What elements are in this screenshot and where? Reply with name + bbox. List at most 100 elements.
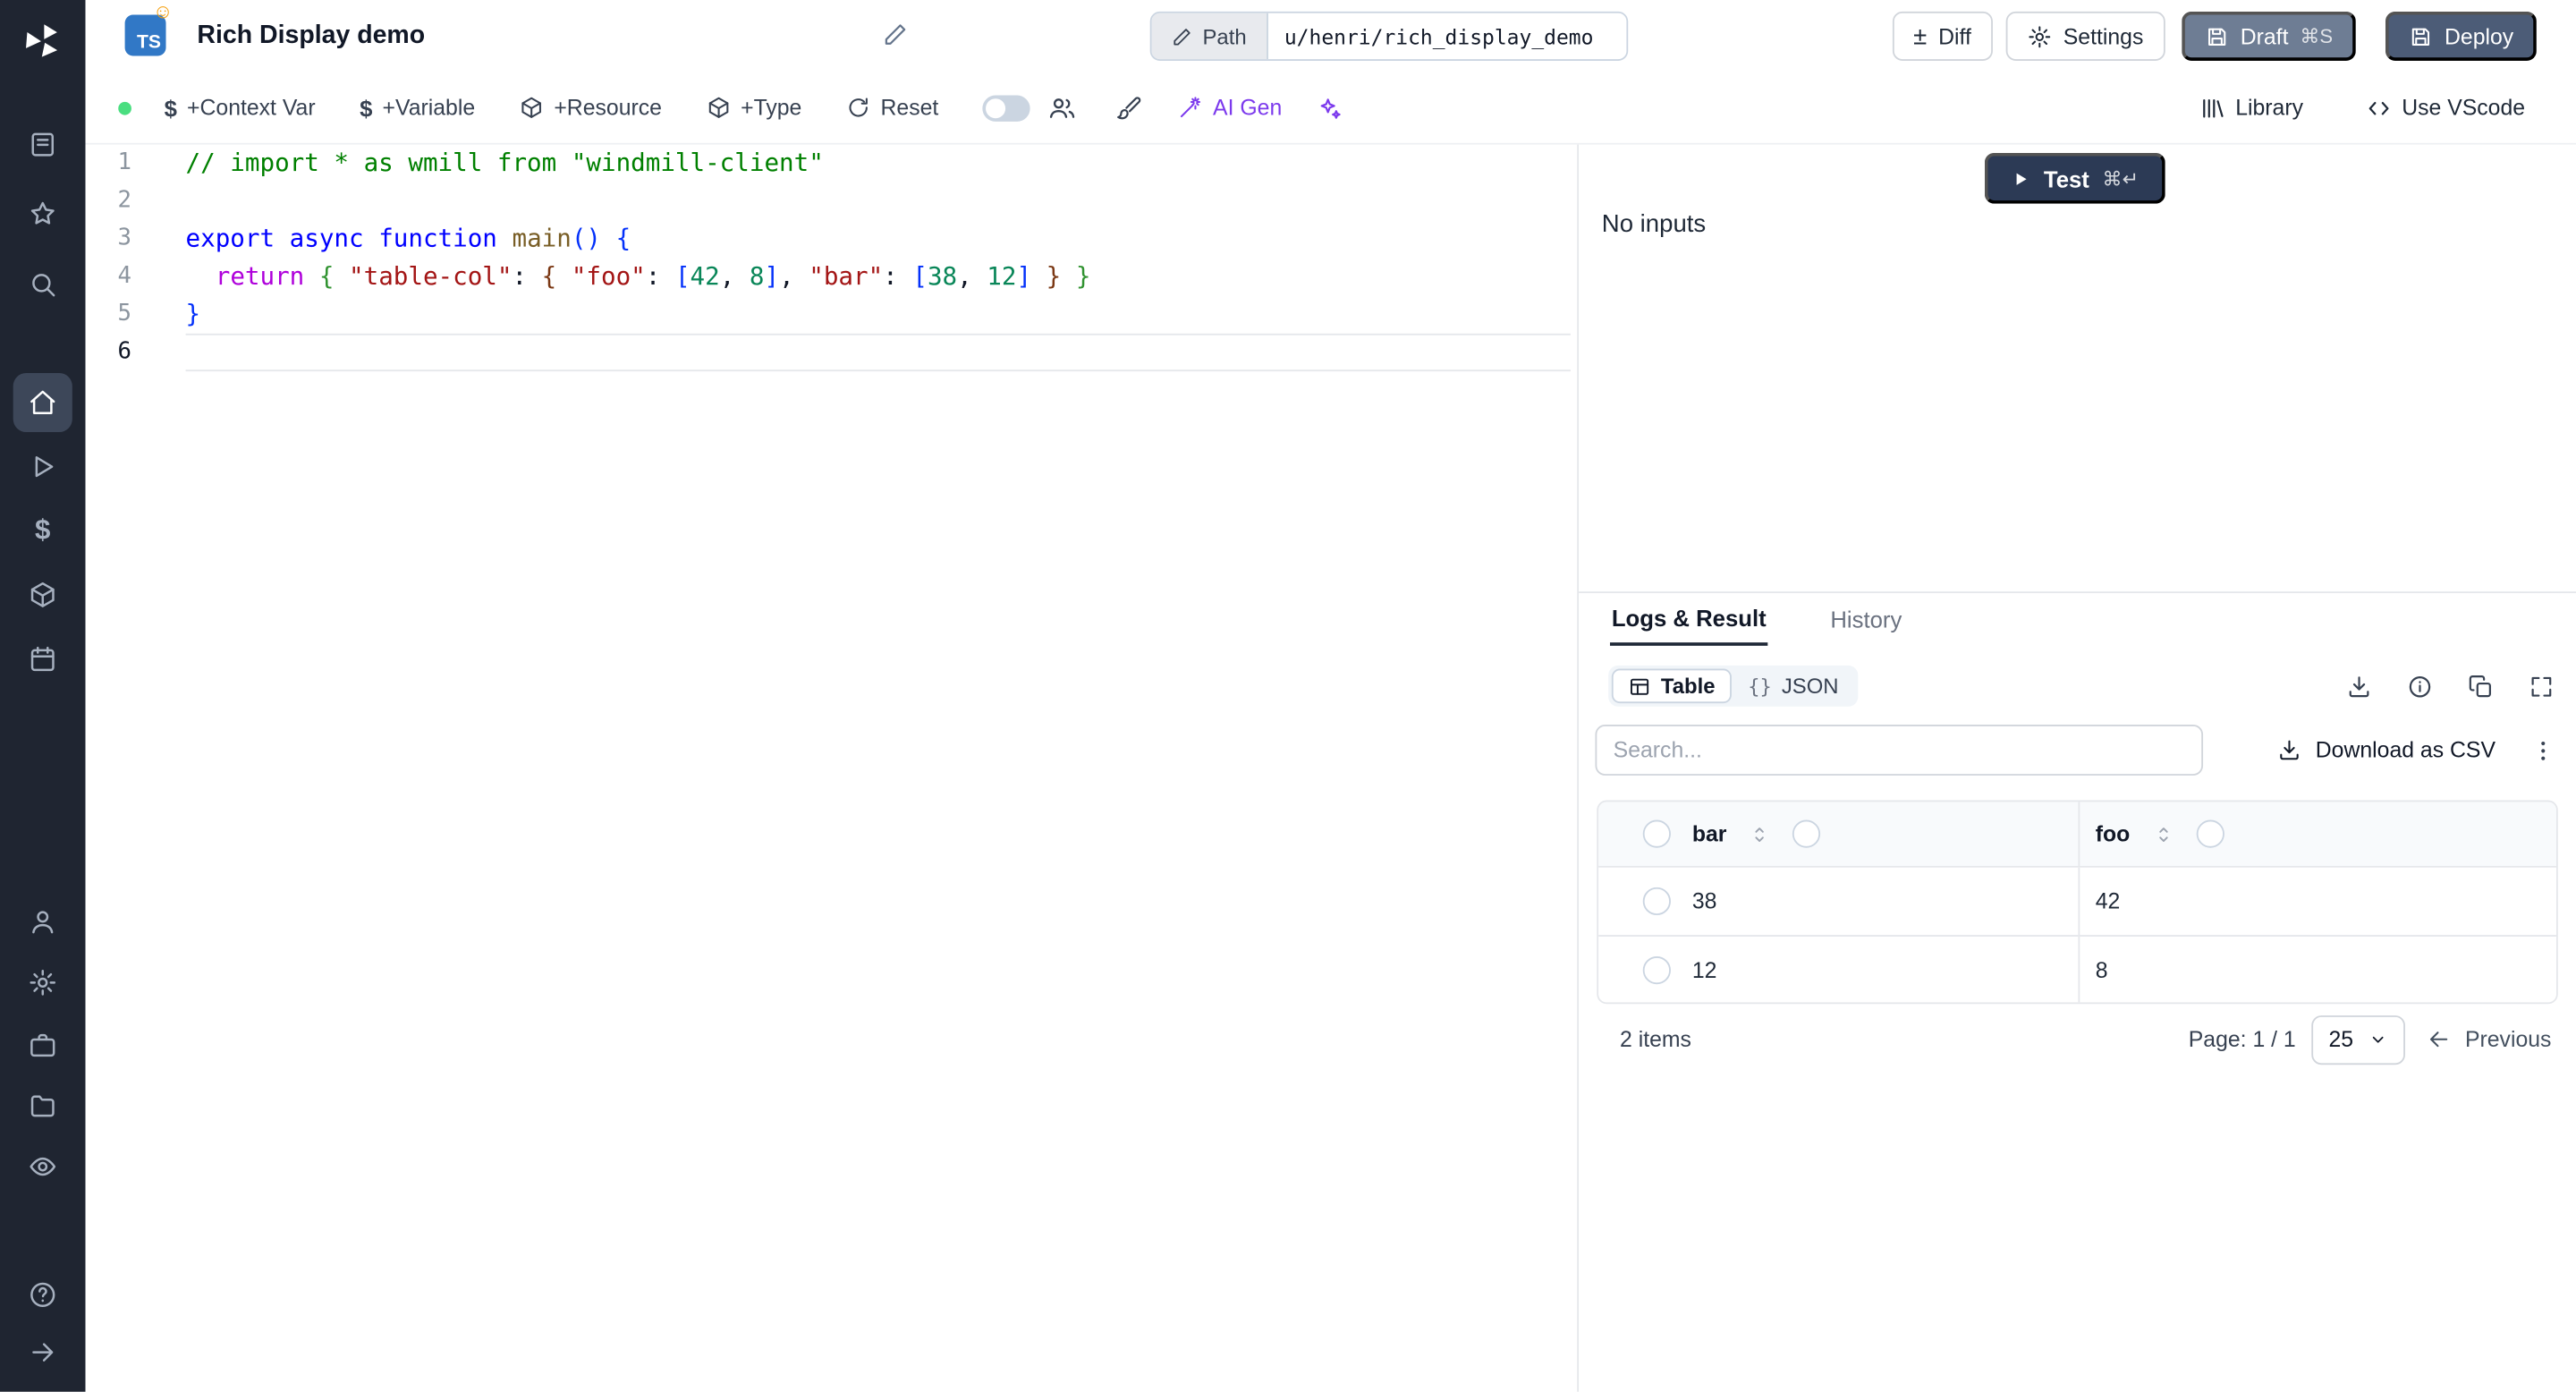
format-code-button[interactable] [1116, 95, 1142, 121]
result-actions [2346, 673, 2555, 699]
row-checkbox[interactable] [1642, 887, 1671, 916]
page-size-select[interactable]: 25 [2312, 1014, 2406, 1065]
tab-history[interactable]: History [1829, 593, 1904, 646]
sidebar-item-variables[interactable]: $ [13, 501, 72, 560]
sidebar-item-schedules[interactable] [13, 629, 72, 688]
sidebar-item-users[interactable] [13, 892, 72, 951]
tab-logs-result[interactable]: Logs & Result [1609, 593, 1768, 646]
cube-icon [520, 96, 545, 121]
search-input[interactable] [1595, 724, 2204, 776]
line-number-gutter: 1 2 3 4 5 6 [86, 145, 157, 371]
info-icon[interactable] [2407, 673, 2433, 699]
ai-gen-button[interactable]: AI Gen [1178, 96, 1282, 120]
top-actions: ± Diff Settings Draft ⌘S Deploy [1892, 11, 2537, 61]
add-type-button[interactable]: +Type [707, 96, 801, 121]
deploy-button[interactable]: Deploy [2385, 11, 2537, 61]
cell-value: 8 [2095, 956, 2108, 982]
windmill-script-editor: $ TS ☺ Rich Display demo Path ± Diff [0, 0, 2576, 1392]
previous-page-button[interactable]: Previous [2428, 1027, 2551, 1052]
sync-status-dot [118, 100, 131, 115]
sidebar-item-search[interactable] [13, 255, 72, 314]
user-icon [28, 907, 57, 937]
column-checkbox[interactable] [2195, 819, 2224, 848]
eye-icon [28, 1152, 57, 1182]
code-line[interactable] [186, 182, 1571, 220]
ai-suggestions-button[interactable] [1317, 95, 1343, 121]
table-row[interactable]: 38 42 [1598, 867, 2556, 936]
view-table-button[interactable]: Table [1611, 668, 1732, 704]
sidebar-expand-button[interactable] [13, 1323, 72, 1382]
sidebar-item-settings[interactable] [13, 953, 72, 1012]
sort-icon[interactable] [2151, 822, 2174, 845]
code-line[interactable]: // import * as wmill from "windmill-clie… [186, 145, 1571, 182]
row-checkbox[interactable] [1642, 955, 1671, 984]
test-button[interactable]: Test ⌘↵ [1984, 152, 2165, 204]
draft-button[interactable]: Draft ⌘S [2181, 11, 2356, 61]
star-icon [28, 199, 57, 228]
play-icon [28, 452, 57, 481]
multiplayer-users-button[interactable] [1048, 94, 1076, 122]
sidebar-item-audit-logs[interactable] [13, 1137, 72, 1196]
result-table: bar foo 38 42 12 8 [1597, 800, 2558, 1005]
code-line[interactable]: } [186, 296, 1571, 334]
sidebar-item-resources[interactable] [13, 565, 72, 624]
sort-icon[interactable] [1748, 822, 1771, 845]
edit-summary-button[interactable] [882, 21, 908, 56]
arrow-left-icon [2428, 1027, 2453, 1052]
code-line[interactable] [185, 333, 1571, 372]
column-label: bar [1691, 821, 1727, 846]
add-variable-button[interactable]: $ +Variable [360, 95, 475, 121]
download-result-icon[interactable] [2346, 673, 2372, 699]
code-content[interactable]: // import * as wmill from "windmill-clie… [185, 145, 1571, 372]
sidebar-item-home[interactable] [13, 372, 72, 433]
expand-icon[interactable] [2529, 673, 2555, 699]
sidebar-item-help[interactable] [13, 1265, 72, 1324]
sidebar-item-workers[interactable] [13, 1015, 72, 1074]
dollar-icon: $ [35, 514, 51, 546]
add-resource-button[interactable]: +Resource [520, 96, 662, 121]
table-menu-button[interactable] [2530, 737, 2556, 763]
windmill-logo[interactable] [21, 20, 64, 63]
code-line[interactable]: export async function main() { [186, 220, 1571, 258]
script-title: Rich Display demo [197, 21, 426, 50]
table-controls-row: Download as CSV [1595, 724, 2559, 776]
sidebar-item-folders[interactable] [13, 1076, 72, 1135]
use-vscode-button[interactable]: Use VScode [2366, 95, 2525, 121]
gear-icon [28, 968, 57, 997]
multiplayer-toggle[interactable] [982, 94, 1031, 121]
view-json-button[interactable]: {} JSON [1732, 669, 1855, 704]
cube-icon [707, 96, 732, 121]
code-editor[interactable]: 1 2 3 4 5 6 // import * as wmill from "windmi… [85, 144, 1578, 1392]
path-input[interactable] [1267, 13, 1626, 60]
table-footer: 2 items Page: 1 / 1 25 Previous [1597, 1006, 2557, 1073]
copy-icon[interactable] [2468, 673, 2494, 699]
sidebar-item-favorites[interactable] [13, 184, 72, 243]
column-label: foo [2095, 821, 2131, 846]
editor-toolbar: $ +Context Var $ +Variable +Resource +Ty… [85, 72, 2576, 145]
header-cell-foo: foo [2077, 802, 2556, 866]
draft-shortcut: ⌘S [2300, 24, 2334, 48]
settings-label: Settings [2063, 23, 2144, 49]
library-button[interactable]: Library [2199, 95, 2303, 121]
diff-button[interactable]: ± Diff [1892, 11, 1993, 61]
reset-button[interactable]: Reset [846, 96, 938, 120]
header-cell-bar: bar [1598, 802, 2077, 866]
result-tabs: Logs & Result History [1579, 593, 2576, 646]
settings-button[interactable]: Settings [2005, 11, 2165, 61]
calendar-icon [28, 644, 57, 674]
table-row[interactable]: 12 8 [1598, 935, 2556, 1003]
code-line[interactable]: return { "table-col": { "foo": [42, 8], … [186, 258, 1571, 295]
brush-icon [1116, 95, 1142, 121]
result-view-row: Table {} JSON [1579, 665, 2576, 707]
test-panel: Test ⌘↵ No inputs [1579, 144, 2576, 592]
kebab-icon [2530, 737, 2556, 763]
toggle-knob [986, 98, 1006, 118]
edit-path-button[interactable]: Path [1151, 13, 1268, 60]
column-checkbox[interactable] [1792, 819, 1821, 848]
download-csv-button[interactable]: Download as CSV [2278, 738, 2496, 762]
select-all-checkbox[interactable] [1642, 819, 1671, 848]
sidebar-item-apps[interactable] [13, 115, 72, 174]
add-context-var-button[interactable]: $ +Context Var [165, 95, 316, 121]
sidebar-item-runs[interactable] [13, 437, 72, 497]
gear-icon [2027, 24, 2052, 49]
